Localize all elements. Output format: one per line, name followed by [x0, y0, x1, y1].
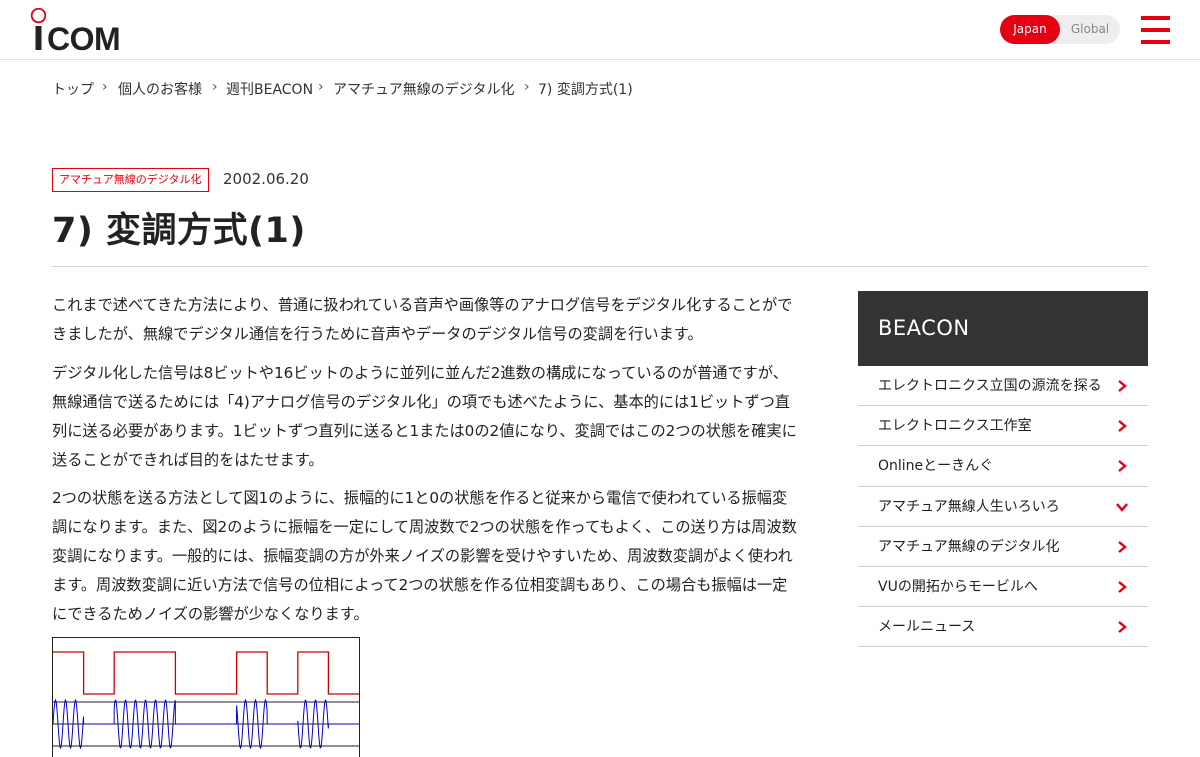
chevron-right-icon: [1118, 420, 1127, 433]
sidebar-item-online-talking[interactable]: Onlineとーきんぐ: [858, 446, 1148, 487]
chevron-right-icon: [1118, 380, 1127, 392]
breadcrumb-item-current: 7) 変調方式(1): [538, 82, 633, 98]
sidebar-item-label: VUの開拓からモービルへ: [878, 578, 1038, 595]
figure-1-svg: [53, 651, 359, 750]
sidebar-item-mail-news[interactable]: メールニュース: [858, 607, 1148, 648]
title-divider: [52, 266, 1148, 267]
sidebar-item-label: アマチュア無線人生いろいろ: [878, 498, 1060, 515]
region-toggle: Japan Global: [1000, 15, 1120, 44]
breadcrumb-item-beacon[interactable]: 週刊BEACON: [226, 79, 313, 99]
post-date: 2002.06.20: [223, 170, 309, 188]
region-global-button[interactable]: Global: [1060, 15, 1120, 44]
region-japan-button[interactable]: Japan: [1000, 15, 1060, 44]
breadcrumb-item-top[interactable]: トップ: [52, 79, 94, 99]
chevron-right-icon: ›: [318, 79, 324, 95]
article-paragraph: これまで述べてきた方法により、普通に扱われている音声や画像等のアナログ信号をデジ…: [52, 296, 793, 343]
figure-1-modulation-diagram: [52, 637, 360, 757]
sidebar-item-label: Onlineとーきんぐ: [878, 458, 994, 475]
article-body: これまで述べてきた方法により、普通に扱われている音声や画像等のアナログ信号をデジ…: [52, 291, 797, 639]
chevron-down-icon: [1116, 502, 1128, 512]
sidebar-item-ham-digitalization[interactable]: アマチュア無線のデジタル化: [858, 527, 1148, 567]
chevron-right-icon: ›: [212, 79, 218, 95]
sidebar-item-electronics-workshop[interactable]: エレクトロニクス工作室: [858, 406, 1148, 447]
sidebar-item-label: アマチュア無線のデジタル化: [878, 538, 1060, 555]
sidebar-item-vu-to-mobile[interactable]: VUの開拓からモービルへ: [858, 567, 1148, 608]
logo-wordmark: COM: [47, 21, 120, 52]
chevron-right-icon: [1118, 621, 1127, 634]
sidebar-title: BEACON: [858, 291, 1148, 366]
digital-signal-waveform: [53, 651, 359, 695]
article-paragraph: 2つの状態を送る方法として図1のように、振幅的に1と0の状態を作ると従来から電信…: [52, 489, 797, 623]
sidebar-item-label: エレクトロニクス立国の源流を探る: [878, 378, 1102, 394]
sidebar: BEACON エレクトロニクス立国の源流を探る エレクトロニクス工作室 Onli…: [858, 291, 1148, 648]
page-title: 7) 変調方式(1): [52, 211, 306, 251]
breadcrumb-item-category[interactable]: アマチュア無線のデジタル化: [333, 79, 514, 99]
chevron-right-icon: ›: [524, 79, 530, 95]
sidebar-item-ham-life[interactable]: アマチュア無線人生いろいろ: [858, 487, 1148, 527]
ask-carrier-waveform: [53, 698, 359, 750]
category-tag[interactable]: アマチュア無線のデジタル化: [52, 168, 209, 192]
sidebar-item-label: メールニュース: [878, 619, 976, 636]
chevron-right-icon: [1118, 581, 1127, 593]
breadcrumb-item-personal[interactable]: 個人のお客様: [118, 79, 202, 99]
icom-logo[interactable]: COM: [30, 8, 122, 52]
sidebar-item-label: エレクトロニクス工作室: [878, 418, 1032, 435]
hamburger-menu-icon[interactable]: [1141, 16, 1171, 44]
site-header: COM Japan Global: [0, 0, 1200, 60]
chevron-right-icon: [1118, 540, 1127, 553]
article-paragraph: デジタル化した信号は8ビットや16ビットのように並列に並んだ2進数の構成になって…: [52, 363, 797, 469]
chevron-right-icon: [1118, 460, 1127, 473]
chevron-right-icon: ›: [102, 79, 108, 95]
sidebar-item-electronics-origin[interactable]: エレクトロニクス立国の源流を探る: [858, 366, 1148, 407]
